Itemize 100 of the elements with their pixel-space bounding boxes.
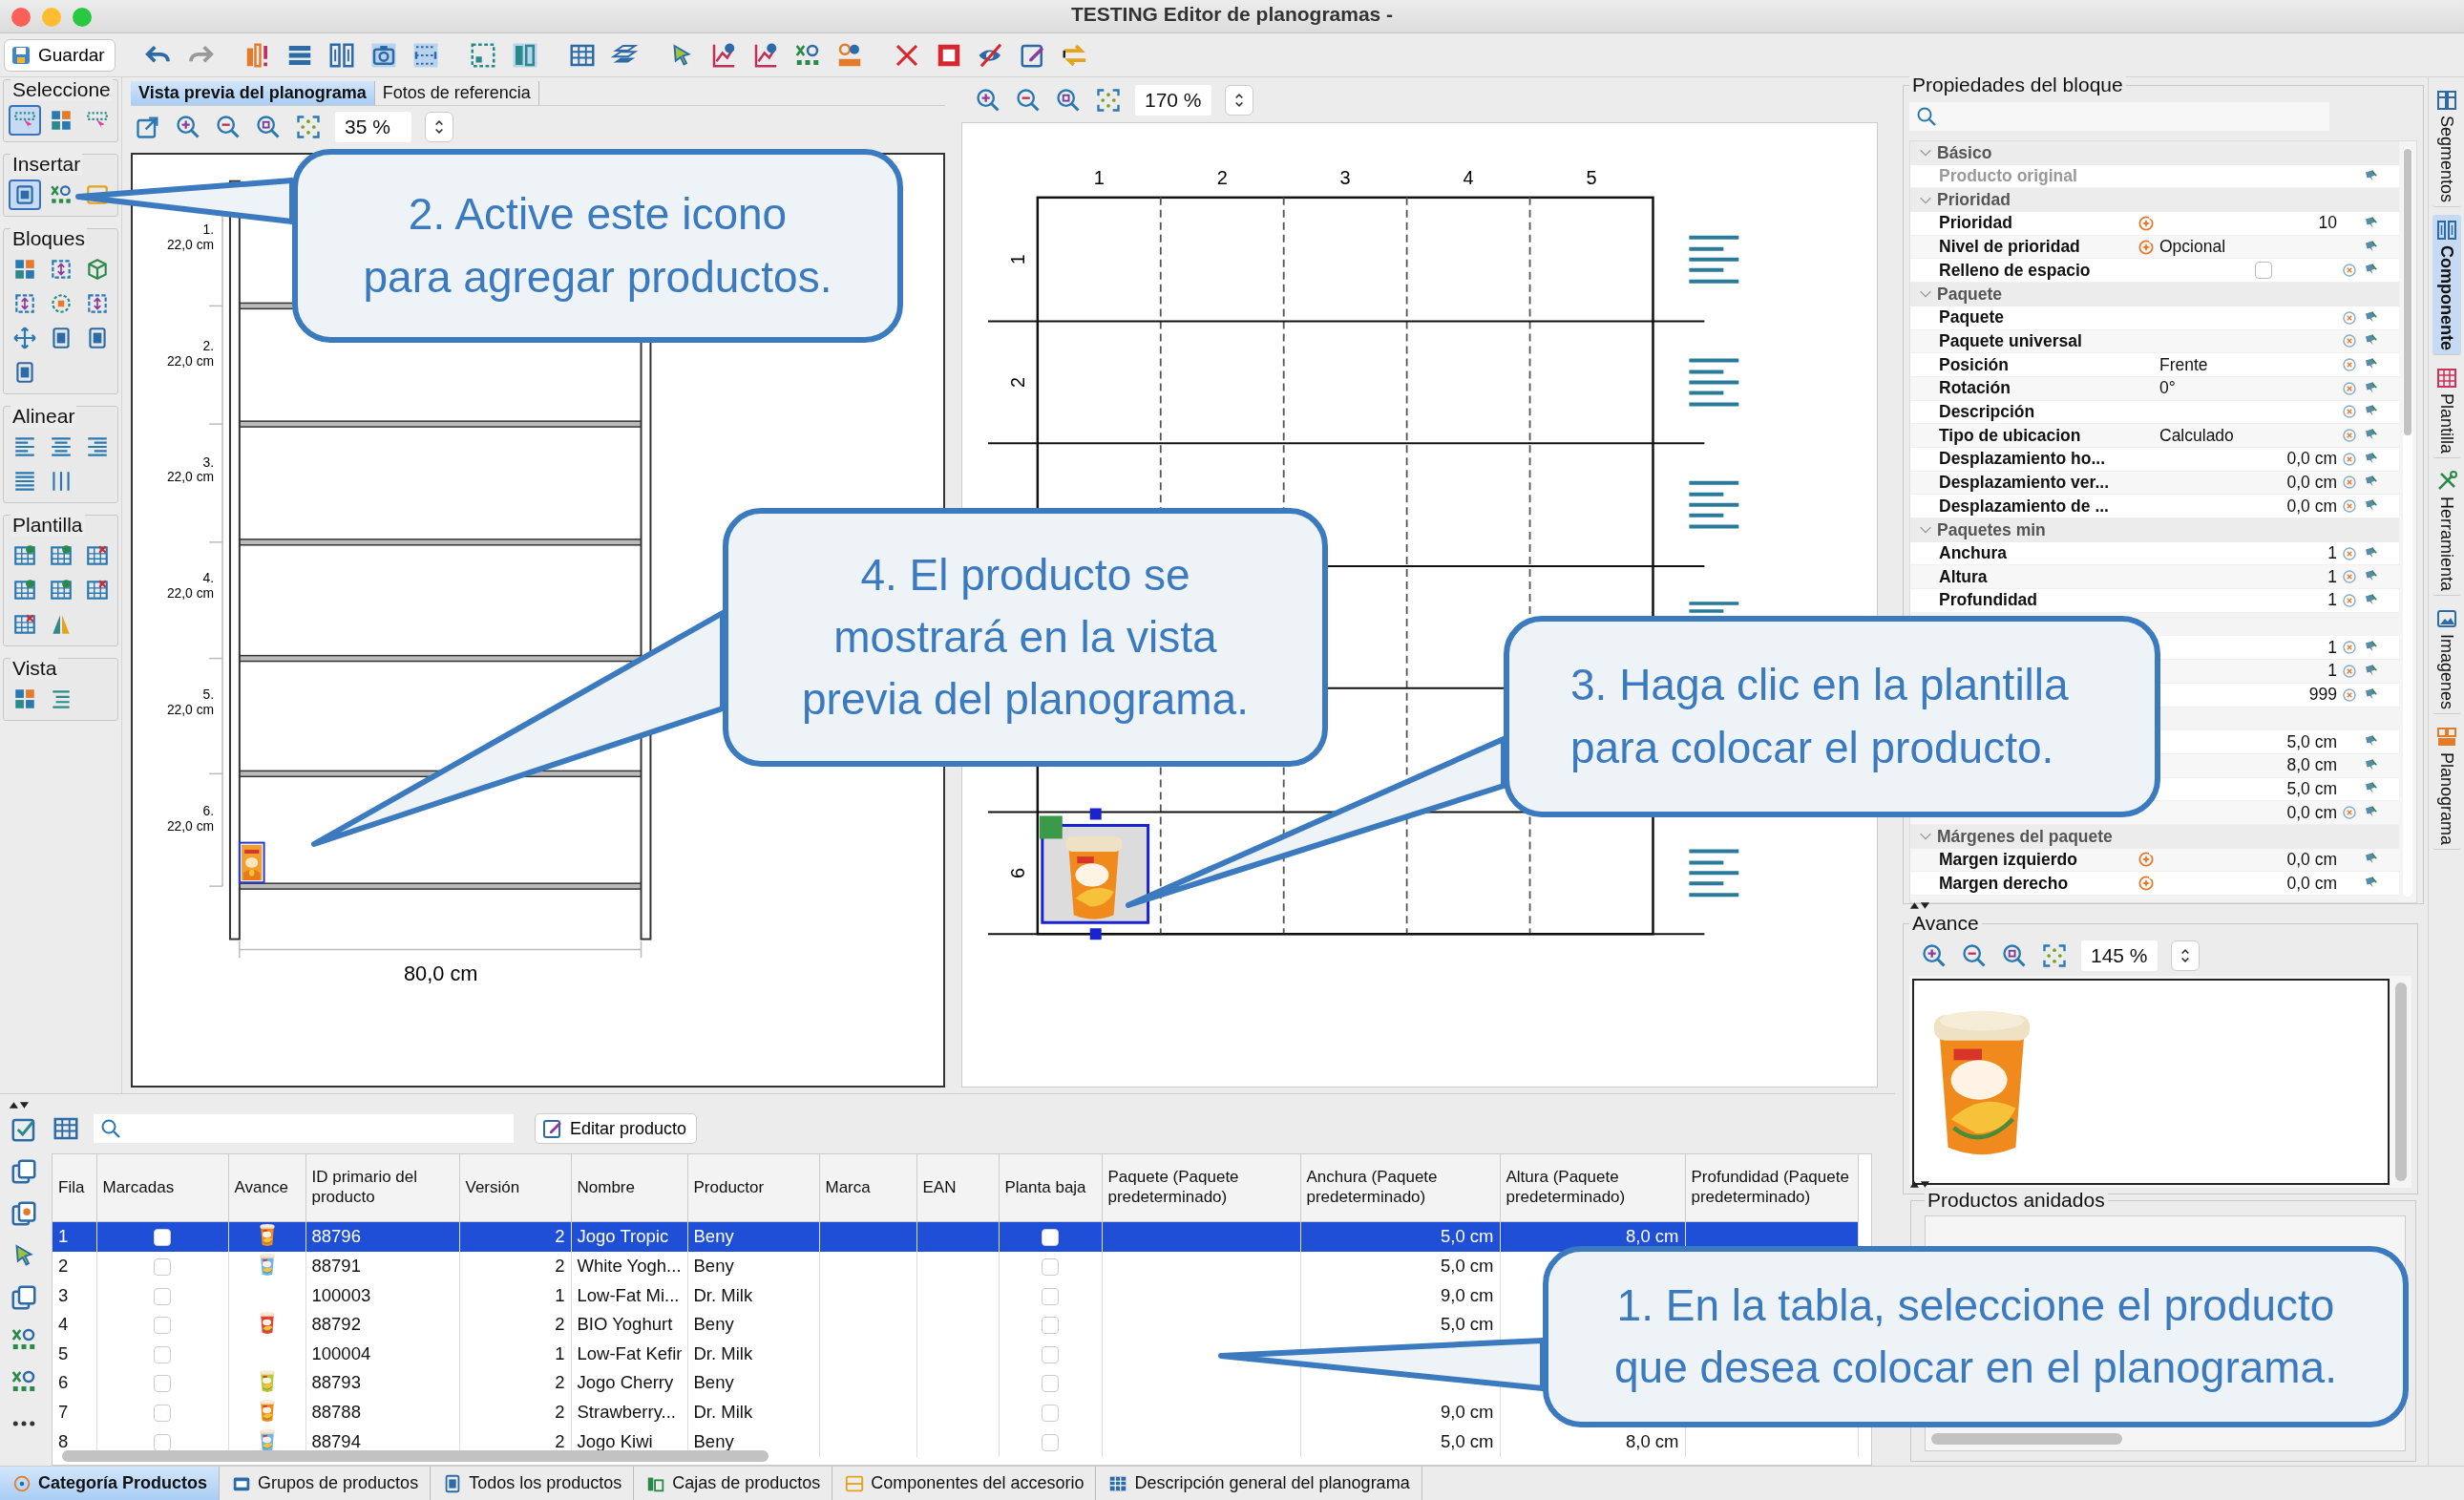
align-left-icon[interactable] <box>1687 480 1741 529</box>
help-icon[interactable] <box>10 1199 38 1228</box>
checkbox[interactable] <box>2255 262 2272 280</box>
scrollbar[interactable] <box>1931 1433 2122 1445</box>
search-field[interactable] <box>94 1114 514 1143</box>
checkbox[interactable] <box>154 1375 171 1393</box>
priority-icon[interactable] <box>2137 237 2156 257</box>
fit-frame-icon[interactable] <box>295 113 322 140</box>
column-header[interactable]: Marca <box>819 1154 916 1221</box>
priority-icon[interactable] <box>2137 213 2156 233</box>
tool-button[interactable] <box>9 180 41 210</box>
side-tab[interactable]: Componente <box>2432 215 2461 356</box>
fit-frame-icon[interactable] <box>1095 87 1122 114</box>
checkbox[interactable] <box>1042 1317 1059 1335</box>
tab[interactable]: Todos los productos <box>431 1467 635 1500</box>
reset-icon[interactable] <box>2341 427 2358 445</box>
checkbox[interactable] <box>154 1317 171 1335</box>
column-header[interactable]: Altura (Paquete predeterminado) <box>1500 1154 1685 1221</box>
side-tab[interactable]: Planograma <box>2432 722 2461 851</box>
close-button[interactable] <box>11 8 31 27</box>
resize-handle[interactable] <box>1089 808 1102 820</box>
tab[interactable]: Cajas de productos <box>634 1467 833 1500</box>
zoom-in-icon[interactable] <box>175 113 201 140</box>
side-tab[interactable]: Segmentos <box>2432 85 2461 208</box>
reset-icon[interactable] <box>2341 662 2358 680</box>
magnifier-icon[interactable] <box>2001 941 2028 969</box>
tab[interactable]: Vista previa del planograma <box>131 81 375 105</box>
column-header[interactable]: Fila <box>53 1154 96 1221</box>
checkbox[interactable] <box>1042 1405 1059 1423</box>
copy-icon[interactable] <box>10 1157 38 1186</box>
reset-icon[interactable] <box>2341 474 2358 492</box>
zoom-out-icon[interactable] <box>1015 87 1042 114</box>
magnifier-icon[interactable] <box>255 113 282 140</box>
tab[interactable]: Categoría Productos <box>0 1467 221 1500</box>
zoom-stepper[interactable] <box>2171 940 2200 971</box>
column-header[interactable]: Anchura (Paquete predeterminado) <box>1300 1154 1500 1221</box>
column-header[interactable]: Profundidad (Paquete predeterminado) <box>1685 1154 1858 1221</box>
scrollbar[interactable] <box>2395 982 2407 1181</box>
reset-icon[interactable] <box>2341 262 2358 280</box>
save-button[interactable]: Guardar <box>4 38 116 72</box>
column-header[interactable]: Marcadas <box>96 1154 228 1221</box>
reset-icon[interactable] <box>2341 403 2358 421</box>
tool-button[interactable] <box>9 105 41 136</box>
align-left-icon[interactable] <box>1687 602 1741 613</box>
reset-icon[interactable] <box>2341 804 2358 822</box>
column-header[interactable]: Avance <box>228 1154 305 1221</box>
tab[interactable]: Componentes del accesorio <box>832 1467 1097 1500</box>
zoom-field[interactable]: 170 % <box>1135 85 1211 116</box>
reset-icon[interactable] <box>2341 686 2358 704</box>
checkbox[interactable] <box>1042 1434 1059 1452</box>
checkbox[interactable] <box>1042 1258 1059 1277</box>
reset-icon[interactable] <box>2341 568 2358 586</box>
edit-product-button[interactable]: Editar producto <box>535 1113 698 1144</box>
reset-icon[interactable] <box>2341 356 2358 374</box>
reset-icon[interactable] <box>2341 591 2358 609</box>
zoom-in-icon[interactable] <box>975 87 1001 114</box>
search-field[interactable] <box>1909 102 2329 131</box>
magnifier-icon[interactable] <box>1055 87 1082 114</box>
align-left-icon[interactable] <box>1687 849 1741 898</box>
column-header[interactable]: Planta baja <box>999 1154 1102 1221</box>
checkbox[interactable] <box>154 1405 171 1423</box>
reset-icon[interactable] <box>2341 379 2358 397</box>
zoom-in-icon[interactable] <box>1921 941 1948 969</box>
checkbox[interactable] <box>1042 1375 1059 1393</box>
checkbox[interactable] <box>1042 1229 1059 1247</box>
tab[interactable]: Fotos de referencia <box>374 81 539 105</box>
checkbox[interactable] <box>154 1258 171 1277</box>
column-header[interactable]: EAN <box>916 1154 999 1221</box>
checkbox[interactable] <box>1042 1287 1059 1305</box>
reset-icon[interactable] <box>2341 308 2358 327</box>
checkbox[interactable] <box>154 1345 171 1363</box>
column-header[interactable]: ID primario del producto <box>305 1154 459 1221</box>
zoom-out-icon[interactable] <box>215 113 242 140</box>
list-icon[interactable] <box>10 1283 38 1312</box>
reset-icon[interactable] <box>2341 544 2358 562</box>
checkbox[interactable] <box>154 1434 171 1452</box>
zoom-out-icon[interactable] <box>1961 941 1988 969</box>
checkbox[interactable] <box>154 1287 171 1305</box>
checkbox[interactable] <box>154 1229 171 1247</box>
scrollbar[interactable] <box>2403 147 2412 897</box>
column-header[interactable]: Nombre <box>571 1154 687 1221</box>
zoom-stepper[interactable] <box>1225 85 1253 116</box>
reset-icon[interactable] <box>2341 450 2358 468</box>
fit-frame-icon[interactable] <box>2041 941 2068 969</box>
column-header[interactable]: Versión <box>459 1154 571 1221</box>
tab[interactable]: Grupos de productos <box>220 1467 432 1500</box>
side-tab[interactable]: Plantilla <box>2432 363 2461 459</box>
checkbox[interactable] <box>1042 1345 1059 1363</box>
tab[interactable]: Descripción general del planograma <box>1096 1467 1422 1500</box>
column-header[interactable]: Productor <box>687 1154 819 1221</box>
reset-icon[interactable] <box>2341 332 2358 350</box>
align-left-icon[interactable] <box>1687 358 1741 407</box>
zoom-field[interactable]: 35 % <box>335 111 411 142</box>
reset-icon[interactable] <box>2341 497 2358 516</box>
align-left-icon[interactable] <box>1687 235 1741 284</box>
reset-icon[interactable] <box>2341 639 2358 657</box>
side-tab[interactable]: Herramienta <box>2432 466 2461 597</box>
column-header[interactable]: Paquete (Paquete predeterminado) <box>1102 1154 1300 1221</box>
zoom-field[interactable]: 145 % <box>2081 940 2158 971</box>
anchor-handle[interactable] <box>1039 815 1063 839</box>
